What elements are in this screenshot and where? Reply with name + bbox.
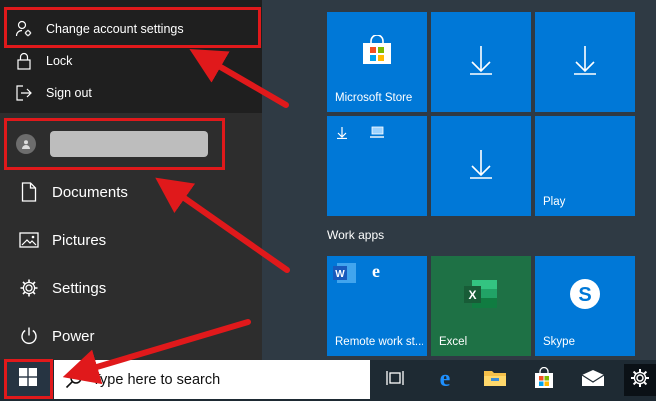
annotation-arrows <box>62 48 290 385</box>
annotation-arrow-2 <box>155 177 290 273</box>
annotation-arrow-1 <box>189 48 289 108</box>
screenshot: Change account settings Lock Sign out Do… <box>0 0 656 401</box>
annotation-arrow-3 <box>62 319 251 385</box>
